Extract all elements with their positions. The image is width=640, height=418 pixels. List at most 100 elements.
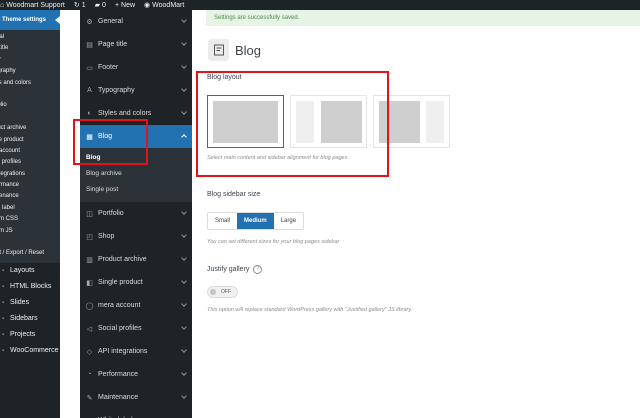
theme-label: WoodMart <box>152 1 185 9</box>
product-icon: ◧ <box>86 279 93 287</box>
wp-menu-item[interactable]: ▪ Slides <box>0 295 60 311</box>
admin-bar-comments[interactable]: ▰ 0 <box>95 1 106 10</box>
nav-item[interactable]: ✎ Maintenance <box>80 386 192 409</box>
wp-menu-item-label: WooCommerce <box>10 346 59 354</box>
account-icon: ◯ <box>85 302 94 310</box>
nav-item-label: Single product <box>98 279 143 286</box>
nav-item[interactable]: ▤ Page title <box>80 33 192 56</box>
nav-item[interactable]: ▭ Footer <box>80 56 192 79</box>
wp-menu-item[interactable]: ▪ WooCommerce <box>0 343 60 359</box>
nav-item[interactable]: ◫ Portfolio <box>80 202 192 225</box>
updates-count: 1 <box>81 1 86 9</box>
wp-submenu-item[interactable]: tfolio <box>0 100 60 111</box>
chevron-down-icon <box>181 347 187 353</box>
sidebar-size-option[interactable]: Medium <box>237 213 274 229</box>
wp-submenu-item[interactable]: ntenance <box>0 191 60 202</box>
nav-item[interactable]: ◧ Single product <box>80 271 192 294</box>
wp-submenu-item[interactable]: tom JS <box>0 226 60 237</box>
gear-icon: ⚙ <box>86 18 93 26</box>
subnav-item[interactable]: Blog archive <box>80 166 192 182</box>
chevron-down-icon <box>181 324 187 330</box>
sidebar-size-selector: Small Medium Large <box>207 212 305 230</box>
nav-item-label: Styles and colors <box>98 110 152 117</box>
nav-item-label: mera account <box>98 302 141 309</box>
wp-submenu-item[interactable]: e title <box>0 43 60 54</box>
chevron-down-icon <box>181 393 187 399</box>
nav-item-label: Product archive <box>98 256 147 263</box>
chevron-down-icon <box>181 370 187 376</box>
wp-submenu-item[interactable]: ort / Export / Reset <box>0 248 60 259</box>
wp-admin-menu: Theme settings erale titleterographyles … <box>0 10 60 418</box>
nav-item[interactable]: ◰ Shop <box>80 225 192 248</box>
performance-icon: ◔ <box>87 371 92 378</box>
nav-item-label: Performance <box>98 371 139 378</box>
admin-bar: ⌂ Woodmart Support ↻ 1 ▰ 0 + New ◉ WoodM… <box>0 0 640 10</box>
success-notice: Settings are successfully saved. <box>206 10 640 26</box>
wp-submenu-item[interactable]: formance <box>0 180 60 191</box>
nav-item-label: Footer <box>98 64 119 71</box>
shop-icon: ◰ <box>86 233 93 241</box>
wp-menu-item[interactable]: ▪ Layouts <box>0 263 60 279</box>
wp-menu-item-label: Layouts <box>10 266 35 274</box>
nav-item[interactable]: ▢White label <box>80 409 192 418</box>
admin-bar-updates[interactable]: ↻ 1 <box>73 1 86 10</box>
share-icon: ◁ <box>86 325 93 333</box>
sidebar-size-option[interactable]: Large <box>273 213 304 229</box>
wp-top-menu: ▪ Layouts ▪ HTML Blocks ▪ Slides ▪ Sidebars ▪ Pro… <box>0 263 60 359</box>
wp-submenu-item[interactable]: ter <box>0 55 60 66</box>
home-icon: ⌂ <box>0 1 5 9</box>
footer-icon: ▭ <box>86 64 93 72</box>
wp-submenu-item[interactable]: duct archive <box>0 123 60 134</box>
wp-submenu-item[interactable]: p <box>0 112 60 123</box>
plus-icon: + <box>114 1 120 9</box>
maintenance-icon: ✎ <box>86 394 93 402</box>
updates-icon: ↻ <box>73 2 80 9</box>
woocommerce-icon: ▪ <box>2 347 5 354</box>
nav-item-label: Maintenance <box>98 394 139 401</box>
chevron-down-icon <box>181 255 187 261</box>
nav-item[interactable]: ▥ Product archive <box>80 248 192 271</box>
wp-submenu-item[interactable]: eral <box>0 32 60 43</box>
justify-gallery-help: This option will replace standard WordPr… <box>207 307 413 313</box>
wp-menu-item[interactable]: ▪ HTML Blocks <box>0 279 60 295</box>
wp-menu-item-label: Sidebars <box>10 314 38 322</box>
chevron-down-icon <box>181 86 187 92</box>
menu-theme-settings[interactable]: Theme settings <box>0 10 60 30</box>
menu-theme-settings-label: Theme settings <box>2 17 47 23</box>
wp-submenu-item[interactable]: ography <box>0 66 60 77</box>
nav-item[interactable]: ◇ API integrations <box>80 340 192 363</box>
wp-submenu-item[interactable]: gle product <box>0 135 60 146</box>
sidebar-size-option[interactable]: Small <box>208 213 238 229</box>
nav-item[interactable]: ◁ Social profiles <box>80 317 192 340</box>
chevron-down-icon <box>181 301 187 307</box>
wp-submenu-item[interactable]: tom CSS <box>0 214 60 225</box>
admin-bar-theme[interactable]: ◉ WoodMart <box>144 1 185 10</box>
admin-bar-site[interactable]: ⌂ Woodmart Support <box>0 2 65 9</box>
panel-gutter <box>60 10 80 418</box>
nav-item[interactable]: ◯ mera account <box>80 294 192 317</box>
nav-item-label: Portfolio <box>98 210 124 217</box>
justify-gallery-toggle[interactable]: OFF <box>207 286 238 298</box>
wp-menu-item[interactable]: ▪ Sidebars <box>0 311 60 327</box>
wp-submenu-item[interactable]: integrations <box>0 169 60 180</box>
typography-icon: A <box>87 87 92 94</box>
nav-item[interactable]: ⚙ General <box>80 10 192 33</box>
wp-submenu-item[interactable]: er <box>0 237 60 248</box>
wp-submenu-item[interactable]: ite label <box>0 203 60 214</box>
justify-gallery-label: Justify gallery <box>207 266 250 273</box>
nav-item-label: API integrations <box>98 348 148 355</box>
wp-submenu-item[interactable]: g <box>0 89 60 100</box>
wp-menu-item[interactable]: ▪ Projects <box>0 327 60 343</box>
nav-item[interactable]: A Typography <box>80 79 192 102</box>
page-title: Blog <box>235 43 262 58</box>
admin-bar-new[interactable]: + New <box>115 2 135 9</box>
wp-menu-item-label: Projects <box>10 330 36 338</box>
nav-item[interactable]: ◔ Performance <box>80 363 192 386</box>
wp-submenu-item[interactable]: a account <box>0 146 60 157</box>
sidebar-size-label: Blog sidebar size <box>207 191 261 198</box>
subnav-item[interactable]: Single post <box>80 182 192 198</box>
wp-submenu-item[interactable]: les and colors <box>0 78 60 89</box>
info-icon[interactable]: ? <box>253 265 262 274</box>
wp-submenu-item[interactable]: ial profiles <box>0 157 60 168</box>
chevron-down-icon <box>181 134 187 140</box>
